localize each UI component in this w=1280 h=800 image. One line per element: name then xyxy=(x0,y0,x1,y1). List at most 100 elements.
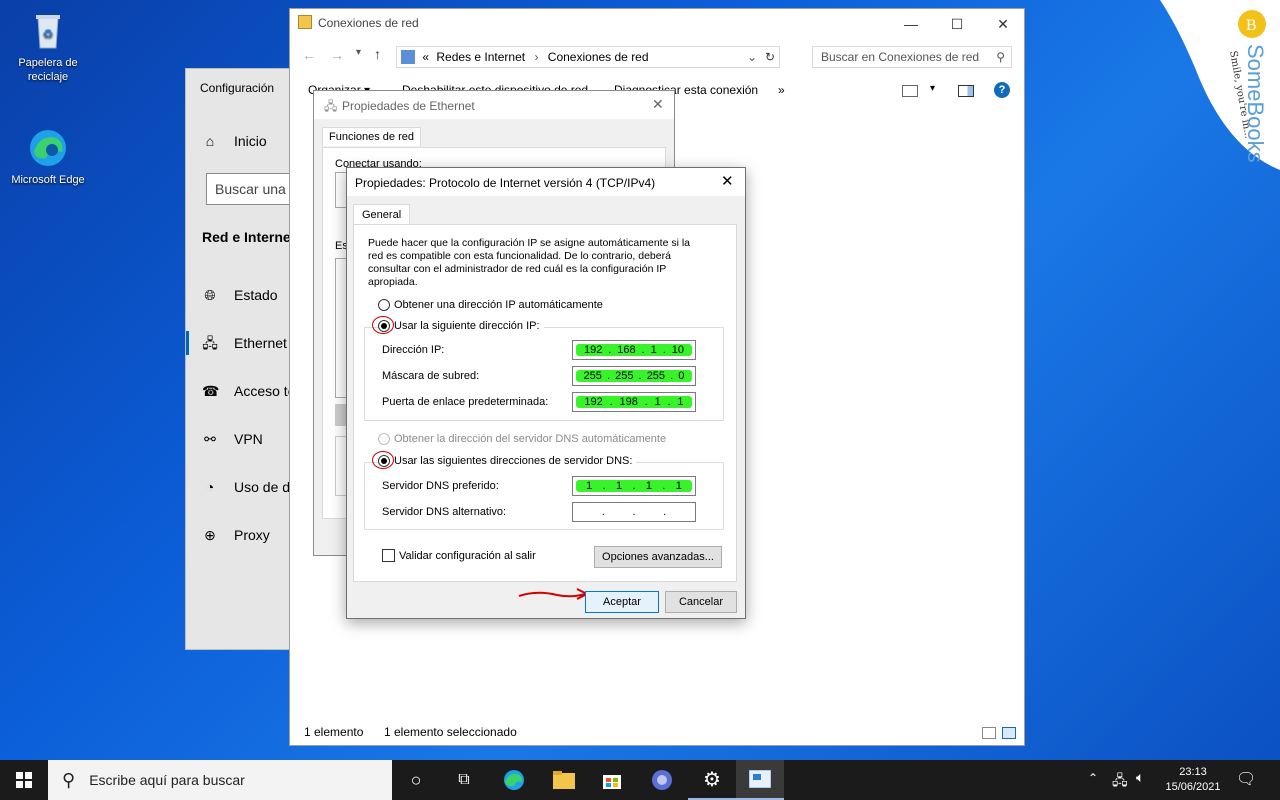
settings-nav-dialup[interactable]: ☎ Acceso te xyxy=(186,367,306,415)
globe-icon: 🌐︎ xyxy=(204,287,216,303)
ip-octet: 255 xyxy=(583,370,602,382)
vpn-icon: ⚯ xyxy=(204,431,216,447)
alternate-dns-input[interactable]: ... xyxy=(572,502,696,522)
start-button[interactable] xyxy=(0,760,48,800)
settings-nav-ethernet[interactable]: 🖧 Ethernet xyxy=(186,319,306,367)
recent-dropdown[interactable]: ▾ xyxy=(356,47,361,58)
ok-button[interactable]: Aceptar xyxy=(585,591,659,613)
eth-dialog-title: Propiedades de Ethernet xyxy=(342,99,475,113)
radio-dot xyxy=(378,299,390,311)
gateway-input[interactable]: 192. 198. 1. 1 xyxy=(572,392,696,412)
search-icon: ⚲ xyxy=(996,50,1005,64)
ip-octet: 0 xyxy=(678,370,685,382)
task-view-icon[interactable]: ⧉ xyxy=(440,760,488,800)
settings-nav-proxy[interactable]: ⊕ Proxy xyxy=(186,511,306,559)
change-view-icon[interactable] xyxy=(902,85,918,97)
up-button[interactable]: ↑ xyxy=(374,46,381,62)
large-icons-view-icon[interactable] xyxy=(1002,727,1016,739)
details-view-icon[interactable] xyxy=(982,727,996,739)
tab-funciones-red[interactable]: Funciones de red xyxy=(322,127,421,146)
tcpip-close-button[interactable]: ✕ xyxy=(721,172,734,190)
ip-dot: . xyxy=(644,396,648,408)
edge-desktop-icon[interactable]: Microsoft Edge xyxy=(8,126,88,186)
breadcrumb-item[interactable]: Redes e Internet xyxy=(436,50,525,64)
breadcrumb-item[interactable]: Conexiones de red xyxy=(548,50,649,64)
maximize-button[interactable]: ☐ xyxy=(934,9,980,39)
settings-nav-vpn[interactable]: ⚯ VPN xyxy=(186,415,306,463)
settings-gear-icon[interactable]: ⚙ xyxy=(688,760,736,800)
volume-icon[interactable]: 🔈︎ xyxy=(1136,769,1144,786)
advanced-options-button[interactable]: Opciones avanzadas... xyxy=(594,546,722,568)
ip-octet: 1 xyxy=(650,344,657,356)
ip-octet: 1 xyxy=(586,480,593,492)
store-icon[interactable] xyxy=(588,760,636,800)
breadcrumb-separator: › xyxy=(534,50,539,64)
preview-pane-icon[interactable] xyxy=(958,85,974,97)
red-highlight-circle xyxy=(372,451,394,469)
dialup-icon: ☎ xyxy=(202,383,220,399)
radio-manual-ip[interactable]: Usar la siguiente dirección IP: xyxy=(378,320,544,332)
taskbar-search-placeholder: Escribe aquí para buscar xyxy=(89,772,245,788)
ip-octet: 1 xyxy=(677,396,684,408)
radio-auto-ip[interactable]: Obtener una dirección IP automáticamente xyxy=(378,299,603,311)
folder-network-icon xyxy=(298,15,312,29)
ip-octet: 192 xyxy=(583,344,603,356)
recycle-bin-desktop-icon[interactable]: ♻ Papelera de reciclaje xyxy=(8,8,88,84)
taskbar-clock[interactable]: 23:13 15/06/2021 xyxy=(1164,765,1222,795)
nav-label: Ethernet xyxy=(234,335,287,351)
ip-address-input[interactable]: 192. 168. 1. 10 xyxy=(572,340,696,360)
address-dropdown[interactable]: ⌄ xyxy=(747,47,757,67)
radio-auto-dns[interactable]: Obtener la dirección del servidor DNS au… xyxy=(378,433,666,445)
ip-address-label: Dirección IP: xyxy=(382,344,445,356)
subnet-mask-input[interactable]: 255. 255. 255. 0 xyxy=(572,366,696,386)
status-bar: 1 elemento 1 elemento seleccionado xyxy=(290,721,1024,745)
validate-label: Validar configuración al salir xyxy=(399,549,536,562)
ip-dot: . xyxy=(662,344,666,356)
forward-button[interactable]: → xyxy=(330,47,344,63)
network-app-icon[interactable] xyxy=(638,760,686,800)
ip-octet: 1 xyxy=(654,396,661,408)
view-dropdown[interactable]: ▾ xyxy=(930,83,935,94)
edge-taskbar-icon[interactable] xyxy=(490,760,538,800)
settings-section-title: Red e Internet xyxy=(202,229,296,245)
refresh-icon[interactable]: ↻ xyxy=(765,47,775,67)
settings-title: Configuración xyxy=(200,81,275,95)
tcpip-properties-dialog: Propiedades: Protocolo de Internet versi… xyxy=(346,167,746,619)
notifications-icon[interactable]: 🗨︎ xyxy=(1236,769,1256,789)
network-tray-icon[interactable]: 🖧 xyxy=(1112,770,1128,794)
cortana-icon[interactable]: ○ xyxy=(392,760,440,800)
preferred-dns-input[interactable]: 1. 1. 1. 1 xyxy=(572,476,696,496)
ip-dot: . xyxy=(663,506,667,518)
tcpip-dialog-title: Propiedades: Protocolo de Internet versi… xyxy=(355,176,656,190)
ip-dot: . xyxy=(632,506,636,518)
cancel-button[interactable]: Cancelar xyxy=(665,591,737,613)
show-hidden-icons[interactable]: ⌃ xyxy=(1088,771,1098,785)
explorer-search-input[interactable]: Buscar en Conexiones de red ⚲ xyxy=(812,46,1012,68)
settings-nav-data-usage[interactable]: ◔ Uso de da xyxy=(186,463,306,511)
windows-icon xyxy=(16,772,32,788)
address-bar[interactable]: « Redes e Internet › Conexiones de red ⌄… xyxy=(396,46,780,68)
ip-octet: 198 xyxy=(619,396,638,408)
ip-octet: 255 xyxy=(646,370,666,382)
more-commands[interactable]: » xyxy=(778,83,785,97)
recycle-bin-label: Papelera de reciclaje xyxy=(18,57,78,83)
settings-nav-estado[interactable]: 🌐︎ Estado xyxy=(186,271,306,319)
red-arrow-annotation xyxy=(518,588,590,600)
ip-dot: . xyxy=(609,396,613,408)
ip-octet: 255 xyxy=(615,370,634,382)
tab-general[interactable]: General xyxy=(353,204,411,226)
settings-window: Configuración ⌂ Inicio Buscar una c Red … xyxy=(185,68,306,650)
help-icon[interactable]: ? xyxy=(994,82,1010,98)
minimize-button[interactable]: — xyxy=(888,9,934,39)
network-connections-icon[interactable] xyxy=(736,760,784,800)
manual-ip-label: Usar la siguiente dirección IP: xyxy=(394,320,540,332)
validate-checkbox[interactable]: Validar configuración al salir xyxy=(382,549,536,562)
eth-close-button[interactable]: ✕ xyxy=(652,96,664,113)
radio-manual-dns[interactable]: Usar las siguientes direcciones de servi… xyxy=(378,455,637,467)
taskbar-search-input[interactable]: ⚲ Escribe aquí para buscar xyxy=(48,760,392,800)
settings-home[interactable]: ⌂ Inicio xyxy=(186,117,304,165)
back-button[interactable]: ← xyxy=(302,47,316,63)
close-button[interactable]: ✕ xyxy=(980,9,1026,39)
file-explorer-icon[interactable] xyxy=(540,760,588,800)
tcpip-titlebar: Propiedades: Protocolo de Internet versi… xyxy=(347,168,745,196)
